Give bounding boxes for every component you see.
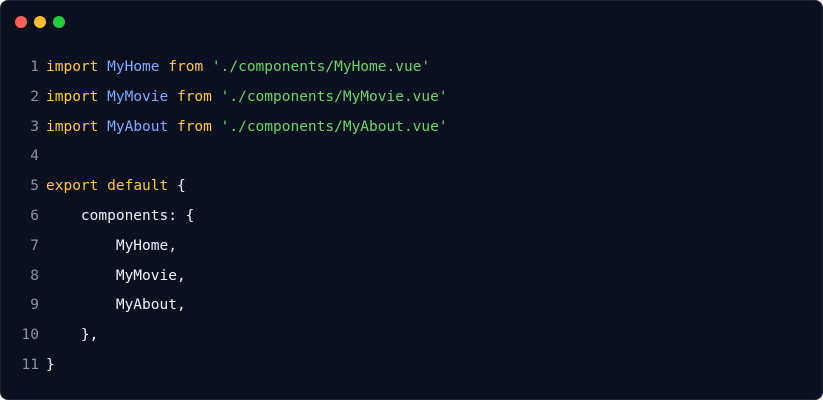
code-window: 1 import MyHome from './components/MyHome… [0,0,823,400]
code-line[interactable]: 1 import MyHome from './components/MyHome… [1,53,822,83]
minimize-dot-icon[interactable] [34,16,46,28]
code-token: MyAbout, [46,297,186,314]
code-line[interactable]: 11} [1,351,822,381]
code-line[interactable]: 9 MyAbout, [1,291,822,321]
line-source [39,142,46,172]
code-token: './components/MyMovie.vue' [220,88,448,105]
line-source: MyHome, [39,232,177,262]
code-line[interactable]: 5 export default { [1,172,822,202]
code-token: MyMovie [107,88,169,105]
code-token: from [176,118,212,135]
code-token: }, [46,327,99,344]
line-source: MyMovie, [39,262,186,292]
code-line[interactable]: 4 [1,142,822,172]
line-number: 6 [30,207,39,224]
line-number: 7 [30,237,39,254]
code-editor[interactable]: 1 import MyHome from './components/MyHome… [1,53,822,381]
line-number: 10 [21,327,39,344]
line-number: 11 [21,356,39,373]
code-token: export [46,178,99,195]
code-token: } [46,356,55,373]
line-number: 4 [30,148,39,165]
code-line[interactable]: 7 MyHome, [1,232,822,262]
line-source: import MyHome from './components/MyHome.… [39,53,430,83]
line-source: export default { [39,172,186,202]
code-token: MyHome [107,59,160,75]
code-token: from [176,88,212,105]
window-controls [15,16,65,30]
code-token: import [46,59,99,75]
code-token: from [168,59,204,75]
code-token: MyHome, [46,237,177,254]
code-token: { [168,178,186,195]
code-line[interactable]: 2 import MyMovie from './components/MyMov… [1,83,822,113]
line-number: 9 [30,297,39,314]
line-number: 8 [30,267,39,284]
code-line[interactable]: 6 components: { [1,202,822,232]
line-source: } [39,351,55,381]
line-number: 5 [30,178,39,195]
line-source: components: { [39,202,195,232]
code-token: import [46,118,99,135]
line-number: 3 [30,118,39,135]
code-token: import [46,88,99,105]
code-token: components: { [46,207,195,224]
close-dot-icon[interactable] [15,16,27,28]
line-number: 1 [30,59,39,75]
line-source: import MyAbout from './components/MyAbou… [39,113,448,143]
line-number: 2 [30,88,39,105]
code-token: default [107,178,169,195]
maximize-dot-icon[interactable] [53,16,65,28]
code-line[interactable]: 8 MyMovie, [1,262,822,292]
line-source: MyAbout, [39,291,186,321]
code-token: './components/MyHome.vue' [211,59,431,75]
code-line[interactable]: 10 }, [1,321,822,351]
line-source: import MyMovie from './components/MyMovi… [39,83,448,113]
code-line[interactable]: 3 import MyAbout from './components/MyAbo… [1,113,822,143]
code-token: './components/MyAbout.vue' [220,118,448,135]
code-token: MyAbout [107,118,169,135]
line-source: }, [39,321,98,351]
code-token: MyMovie, [46,267,186,284]
